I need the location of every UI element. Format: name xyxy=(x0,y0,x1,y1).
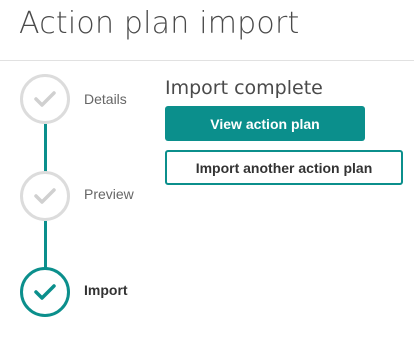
import-page: Action plan import Details Preview Impor… xyxy=(0,0,414,350)
check-icon xyxy=(34,91,56,107)
import-another-action-plan-button[interactable]: Import another action plan xyxy=(165,150,403,185)
step-preview-label: Preview xyxy=(84,186,134,202)
import-complete-heading: Import complete xyxy=(165,77,323,99)
step-details-label: Details xyxy=(84,91,127,107)
check-icon xyxy=(34,188,56,204)
check-icon xyxy=(34,284,56,300)
step-import-indicator xyxy=(20,267,70,317)
page-title: Action plan import xyxy=(19,6,300,41)
step-details-indicator xyxy=(20,74,70,124)
step-connector xyxy=(44,221,47,268)
step-connector xyxy=(44,124,47,173)
step-import-label: Import xyxy=(84,282,128,298)
step-preview-indicator xyxy=(20,171,70,221)
title-divider xyxy=(0,60,414,61)
view-action-plan-button[interactable]: View action plan xyxy=(165,106,365,141)
